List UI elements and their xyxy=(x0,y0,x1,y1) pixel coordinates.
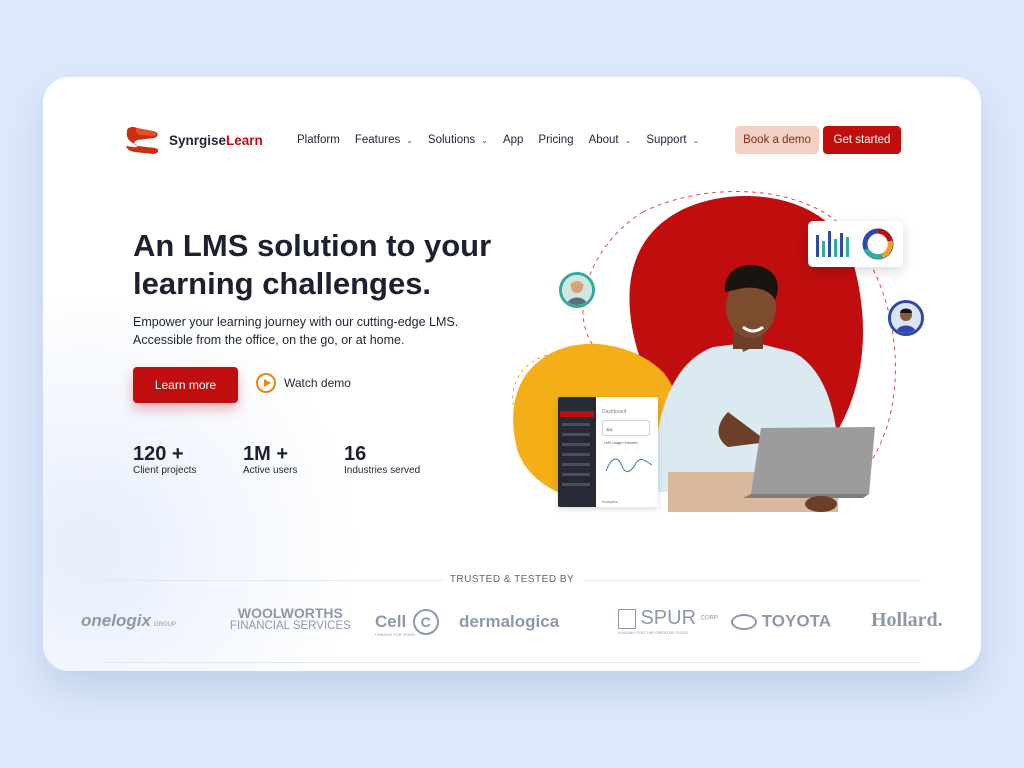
nav-support[interactable]: Support ⌄ xyxy=(646,134,699,146)
logo-woolworths: WOOLWORTHS FINANCIAL SERVICES xyxy=(230,605,351,632)
spur-emblem-icon xyxy=(618,608,636,629)
nav-about[interactable]: About ⌄ xyxy=(589,134,632,146)
chevron-down-icon: ⌄ xyxy=(481,135,488,145)
landing-card: SynrgiseLearn Platform Features ⌄ Solutio… xyxy=(43,77,981,671)
bar-donut-chart-icon xyxy=(816,228,894,260)
logo-cellc: Cell C CHANGE FOR GOOD xyxy=(375,609,439,637)
learn-more-button[interactable]: Learn more xyxy=(133,367,238,403)
hero-headline: An LMS solution to your learning challen… xyxy=(133,228,492,301)
logo-dermalogica: dermalogica xyxy=(459,612,560,631)
dashboard-title: Dashboard xyxy=(602,409,627,415)
dashboard-stat: 201 xyxy=(606,427,613,432)
get-started-button[interactable]: Get started xyxy=(823,126,901,154)
logo-hollard: Hollard. xyxy=(871,609,943,631)
logo-onelogix: onelogix GROUP xyxy=(81,611,176,630)
chevron-down-icon: ⌄ xyxy=(624,135,632,145)
watch-demo-label: Watch demo xyxy=(284,376,351,390)
dashboard-section: LMS Usage Overview xyxy=(604,441,638,445)
nav-features[interactable]: Features ⌄ xyxy=(355,134,413,146)
synrgise-logo-icon xyxy=(126,127,159,154)
main-nav: Platform Features ⌄ Solutions ⌄ App Pricin… xyxy=(297,134,699,146)
trusted-heading: TRUSTED & TESTED BY xyxy=(449,574,575,585)
nav-pricing[interactable]: Pricing xyxy=(538,134,573,146)
nav-solutions[interactable]: Solutions ⌄ xyxy=(428,134,488,146)
hero-subtitle: Empower your learning journey with our c… xyxy=(133,315,459,347)
chevron-down-icon: ⌄ xyxy=(406,135,413,145)
nav-app[interactable]: App xyxy=(503,134,523,146)
avatar-man xyxy=(888,300,924,336)
nav-platform[interactable]: Platform xyxy=(297,134,340,146)
bottom-divider xyxy=(103,662,921,663)
avatar-woman xyxy=(559,272,595,308)
stat-client-projects: 120 + Client projects xyxy=(133,443,197,476)
chevron-down-icon: ⌄ xyxy=(692,135,700,145)
logo-spur: SPUR CORP LEADING FOR THE GREATER GOOD xyxy=(618,607,718,635)
laptop xyxy=(751,427,875,494)
dashboard-footer: Analytics xyxy=(602,499,619,504)
stat-active-users: 1M + Active users xyxy=(243,443,298,476)
analytics-card xyxy=(808,221,903,267)
brand-name: SynrgiseLearn xyxy=(169,132,263,148)
watch-demo-link[interactable]: Watch demo xyxy=(256,373,351,393)
client-logos: onelogix GROUP WOOLWORTHS FINANCIAL SERVI… xyxy=(43,605,981,637)
book-demo-button[interactable]: Book a demo xyxy=(735,126,819,154)
dashboard-preview: Dashboard 201 LMS Usage Overview Analyti… xyxy=(558,397,658,507)
stat-industries: 16 Industries served xyxy=(344,443,421,476)
play-icon xyxy=(256,373,276,393)
mini-line-chart xyxy=(605,458,653,473)
logo-toyota: TOYOTA xyxy=(731,611,831,632)
brand-logo[interactable]: SynrgiseLearn xyxy=(123,125,263,155)
toyota-emblem-icon xyxy=(731,613,757,630)
